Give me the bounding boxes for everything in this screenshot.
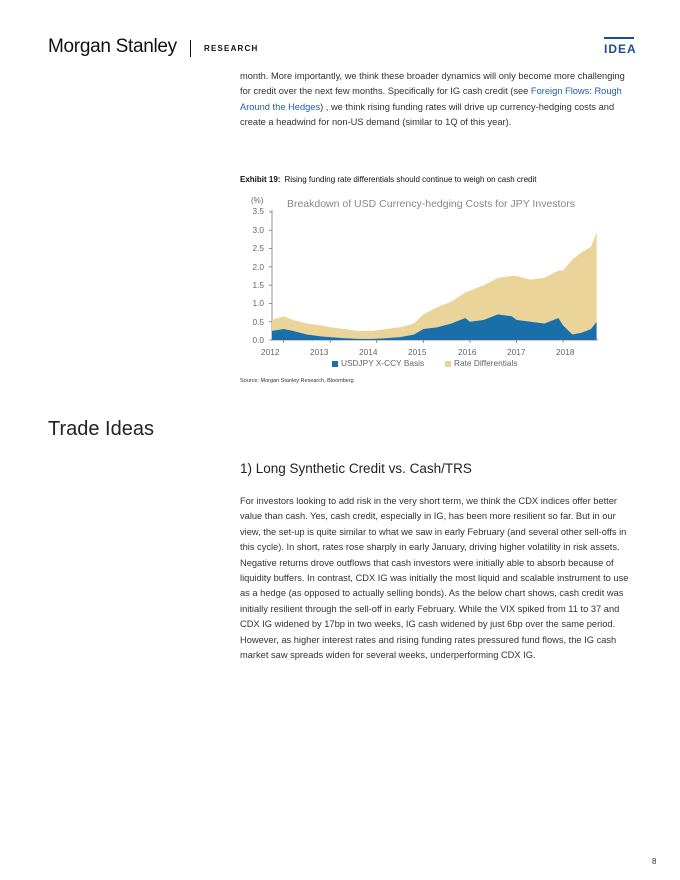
header-section-label: RESEARCH — [204, 44, 259, 53]
x-tick-label: 2017 — [507, 347, 526, 357]
x-tick-label: 2014 — [359, 347, 378, 357]
legend-swatch-rate — [445, 360, 451, 367]
chart: Breakdown of USD Currency-hedging Costs … — [240, 192, 606, 372]
header-logo: Morgan Stanley — [48, 36, 177, 57]
idea-badge-bar — [604, 37, 634, 39]
x-tick-label: 2015 — [408, 347, 427, 357]
trade-subheading: 1) Long Synthetic Credit vs. Cash/TRS — [240, 461, 472, 476]
x-tick-label: 2018 — [556, 347, 575, 357]
header-separator — [190, 40, 191, 57]
legend-item-rate: Rate Differentials — [445, 358, 518, 368]
exhibit-caption: Rising funding rate differentials should… — [284, 175, 537, 184]
chart-plot — [269, 210, 598, 343]
legend-label-basis: USDJPY X-CCY Basis — [341, 358, 425, 368]
x-tick-label: 2016 — [458, 347, 477, 357]
chart-source: Source: Morgan Stanley Research, Bloombe… — [240, 378, 354, 384]
exhibit-label: Exhibit 19: — [240, 175, 281, 184]
legend-swatch-basis — [332, 360, 338, 367]
x-tick-label: 2013 — [310, 347, 329, 357]
idea-badge: IDEA — [604, 42, 637, 56]
intro-paragraph: month. More importantly, we think these … — [240, 69, 635, 131]
exhibit-title: Exhibit 19: Rising funding rate different… — [240, 175, 536, 184]
page-number: 8 — [652, 857, 657, 866]
body-paragraph: For investors looking to add risk in the… — [240, 496, 629, 661]
legend-item-basis: USDJPY X-CCY Basis — [332, 358, 424, 368]
legend-label-rate: Rate Differentials — [454, 358, 518, 368]
trade-ideas-heading: Trade Ideas — [48, 418, 154, 440]
x-tick-label: 2012 — [261, 347, 280, 357]
